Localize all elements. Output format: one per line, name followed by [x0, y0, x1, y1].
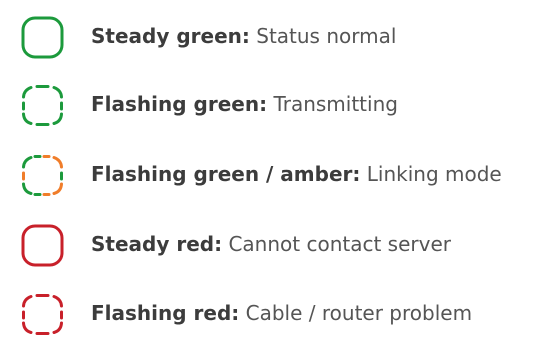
flashing-green-amber-light-icon: [22, 155, 63, 196]
legend-item-text: Flashing green: Transmitting: [91, 92, 398, 116]
steady-red-light-icon: [21, 224, 64, 267]
legend-item-text: Steady green: Status normal: [91, 24, 396, 48]
flashing-red-light-icon: [22, 294, 63, 335]
legend-item-flashing-red: Flashing red: Cable / router problem: [0, 289, 545, 337]
legend-item-label: Steady red:: [91, 232, 223, 256]
legend-item-text: Flashing green / amber: Linking mode: [91, 162, 502, 186]
legend-item-steady-green: Steady green: Status normal: [0, 12, 545, 60]
legend-item-description: Cable / router problem: [245, 301, 473, 325]
legend-item-label: Flashing green / amber:: [91, 162, 361, 186]
legend-item-steady-red: Steady red: Cannot contact server: [0, 220, 545, 268]
legend-item-description: Cannot contact server: [228, 232, 451, 256]
legend-item-flashing-green: Flashing green: Transmitting: [0, 80, 545, 128]
flashing-green-light-icon: [22, 85, 63, 126]
legend-item-text: Steady red: Cannot contact server: [91, 232, 451, 256]
legend-item-description: Status normal: [256, 24, 397, 48]
legend-item-label: Flashing green:: [91, 92, 268, 116]
legend-item-label: Flashing red:: [91, 301, 240, 325]
legend-item-flashing-green-amber: Flashing green / amber: Linking mode: [0, 150, 545, 198]
led-status-legend: Steady green: Status normal Flashing gre…: [0, 0, 545, 353]
legend-item-text: Flashing red: Cable / router problem: [91, 301, 472, 325]
legend-item-label: Steady green:: [91, 24, 250, 48]
legend-item-description: Linking mode: [366, 162, 502, 186]
legend-item-description: Transmitting: [273, 92, 398, 116]
steady-green-light-icon: [21, 16, 64, 59]
